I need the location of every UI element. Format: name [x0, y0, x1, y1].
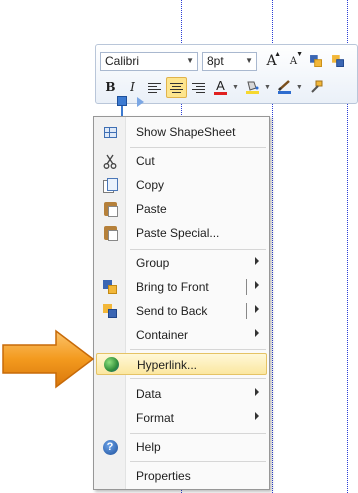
menu-item-properties[interactable]: Properties: [96, 465, 267, 487]
align-right-icon: [192, 82, 205, 93]
menu-item-group[interactable]: Group: [96, 252, 267, 274]
menu-item-label: Group: [136, 256, 170, 270]
paint-bucket-icon: [247, 81, 259, 91]
menu-item-bring-to-front[interactable]: Bring to Front: [96, 276, 267, 298]
menu-item-label: Show ShapeSheet: [136, 125, 236, 139]
send-backward-icon: [331, 55, 344, 67]
menu-item-hyperlink[interactable]: Hyperlink...: [96, 353, 267, 375]
bold-icon: B: [105, 80, 116, 94]
bring-forward-button[interactable]: [305, 51, 326, 72]
pencil-icon: [278, 80, 291, 91]
paste-icon: [103, 202, 118, 217]
connection-point-arrow[interactable]: [137, 97, 144, 107]
menu-item-label: Paste Special...: [136, 226, 220, 240]
split-divider: [246, 303, 247, 319]
split-divider: [246, 279, 247, 295]
format-painter-button[interactable]: [306, 77, 327, 98]
hyperlink-globe-icon: [103, 356, 119, 372]
format-painter-icon: [311, 80, 323, 93]
align-center-button[interactable]: [166, 76, 187, 98]
menu-item-paste[interactable]: Paste: [96, 198, 267, 220]
font-name-value: Calibri: [105, 54, 140, 68]
submenu-arrow-icon: [255, 388, 259, 396]
menu-item-label: Cut: [136, 154, 155, 168]
menu-item-label: Send to Back: [136, 304, 208, 318]
send-to-back-icon: [103, 304, 117, 318]
mini-formatting-toolbar: Calibri ▼ 8pt ▼ A ▲ A ▼ B I A ▼ ▼ ▼: [95, 44, 358, 104]
submenu-arrow-icon[interactable]: [255, 281, 259, 289]
menu-item-format[interactable]: Format: [96, 407, 267, 429]
italic-button[interactable]: I: [122, 77, 143, 98]
fill-color-button[interactable]: [242, 77, 263, 98]
menu-item-paste-special[interactable]: Paste Special...: [96, 222, 267, 244]
shape-selection-handle[interactable]: [117, 96, 127, 106]
chevron-down-icon[interactable]: ▼: [232, 84, 239, 91]
line-color-button[interactable]: [274, 77, 295, 98]
font-name-combo[interactable]: Calibri ▼: [100, 51, 198, 71]
chevron-down-icon[interactable]: ▼: [264, 84, 271, 91]
menu-separator: [130, 461, 266, 462]
menu-item-container[interactable]: Container: [96, 324, 267, 346]
send-backward-button[interactable]: [327, 51, 348, 72]
shapesheet-icon: [103, 126, 117, 138]
font-color-button[interactable]: A: [210, 77, 231, 98]
menu-item-label: Format: [136, 411, 175, 425]
menu-item-label: Paste: [136, 202, 167, 216]
align-left-icon: [148, 82, 161, 93]
bring-forward-icon: [309, 55, 322, 67]
handle-connector: [121, 106, 123, 116]
menu-item-label: Bring to Front: [136, 280, 209, 294]
font-size-combo[interactable]: 8pt ▼: [202, 51, 257, 71]
submenu-arrow-icon: [255, 412, 259, 420]
grow-font-button[interactable]: A ▲: [261, 51, 282, 72]
context-menu: Show ShapeSheet Cut Copy Paste Paste Spe…: [93, 116, 270, 490]
menu-item-label: Hyperlink...: [137, 358, 198, 372]
submenu-arrow-icon[interactable]: [255, 305, 259, 313]
align-left-button[interactable]: [144, 77, 165, 98]
chevron-down-icon[interactable]: ▼: [296, 84, 303, 91]
pointer-arrow-icon: [2, 329, 95, 389]
menu-item-data[interactable]: Data: [96, 383, 267, 405]
menu-item-label: Properties: [136, 469, 191, 483]
menu-item-cut[interactable]: Cut: [96, 150, 267, 172]
align-center-icon: [170, 82, 183, 93]
menu-separator: [130, 378, 266, 379]
menu-item-help[interactable]: ? Help: [96, 436, 267, 458]
menu-separator: [130, 147, 266, 148]
menu-item-show-shapesheet[interactable]: Show ShapeSheet: [96, 121, 267, 143]
align-right-button[interactable]: [188, 77, 209, 98]
menu-item-label: Data: [136, 387, 162, 401]
chevron-down-icon: ▼: [245, 55, 253, 65]
bring-to-front-icon: [103, 280, 117, 294]
scissors-icon: [103, 154, 117, 169]
menu-separator: [130, 349, 266, 350]
menu-separator: [130, 433, 266, 434]
font-size-value: 8pt: [207, 54, 224, 68]
chevron-down-icon: ▼: [186, 55, 194, 65]
paste-special-icon: [103, 226, 118, 241]
menu-separator: [130, 249, 266, 250]
menu-item-copy[interactable]: Copy: [96, 174, 267, 196]
menu-item-label: Help: [136, 440, 161, 454]
menu-item-send-to-back[interactable]: Send to Back: [96, 300, 267, 322]
shrink-font-button[interactable]: A ▼: [283, 51, 304, 72]
copy-icon: [103, 178, 118, 193]
submenu-arrow-icon: [255, 257, 259, 265]
menu-item-label: Container: [136, 328, 189, 342]
font-color-icon: A: [216, 78, 225, 93]
bold-button[interactable]: B: [100, 77, 121, 98]
help-icon: ?: [102, 439, 118, 455]
menu-item-label: Copy: [136, 178, 165, 192]
italic-icon: I: [130, 80, 135, 94]
submenu-arrow-icon: [255, 329, 259, 337]
